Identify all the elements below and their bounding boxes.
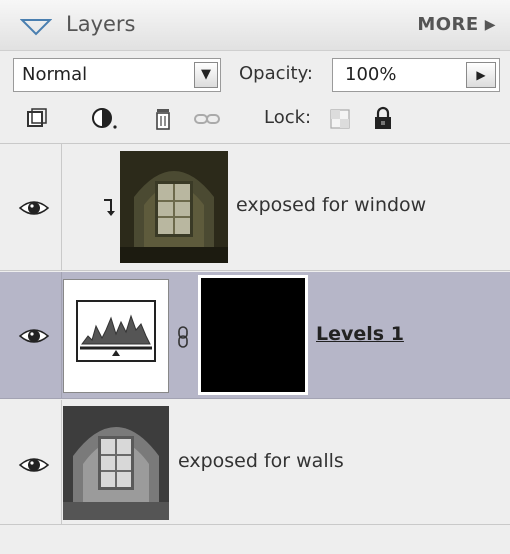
collapse-triangle-icon[interactable] [20,18,52,36]
new-layer-icon[interactable] [22,106,52,132]
layer-row-exposed-for-window[interactable]: exposed for window [0,144,510,271]
clip-arrow-icon [104,199,115,216]
adjustment-layer-icon[interactable] [90,106,120,132]
eye-icon[interactable] [18,198,50,218]
adjustment-thumbnail[interactable] [63,279,169,393]
opacity-input[interactable]: 100% ▶ [332,58,500,92]
layers-list: exposed for window Levels 1 exposed for … [0,143,510,525]
levels-histogram-icon [76,300,156,362]
lock-icon[interactable] [368,106,398,132]
more-button[interactable]: MORE ▶ [417,14,496,35]
layer-name: exposed for window [236,194,427,216]
layers-panel: Layers MORE ▶ Normal ▼ Opacity: 100% ▶ Lo… [0,0,510,554]
lock-transparency-icon[interactable] [326,106,356,132]
dropdown-arrow-icon[interactable]: ▼ [194,62,218,88]
blend-mode-value: Normal [22,64,88,85]
chain-link-icon [178,326,188,348]
more-label: MORE [417,14,479,35]
layer-thumbnail-window [120,151,228,263]
lock-label: Lock: [264,107,312,128]
layer-name: Levels 1 [316,323,404,345]
panel-title: Layers [66,12,136,36]
opacity-value: 100% [345,64,397,85]
trash-icon[interactable] [148,106,178,132]
visibility-cell[interactable] [0,144,62,270]
layer-thumbnail-walls [63,406,169,520]
panel-header: Layers MORE ▶ [0,0,510,51]
blend-mode-select[interactable]: Normal ▼ [13,58,221,92]
layer-mask-thumbnail[interactable] [198,275,308,395]
eye-icon[interactable] [18,455,50,475]
visibility-cell[interactable] [0,272,62,398]
opacity-label: Opacity: [239,63,313,84]
layer-name: exposed for walls [178,450,344,472]
stepper-arrow-icon[interactable]: ▶ [466,62,496,88]
visibility-cell[interactable] [0,400,62,524]
layer-row-exposed-for-walls[interactable]: exposed for walls [0,400,510,524]
link-icon[interactable] [192,106,222,132]
more-arrow-icon: ▶ [484,17,496,33]
eye-icon[interactable] [18,326,50,346]
